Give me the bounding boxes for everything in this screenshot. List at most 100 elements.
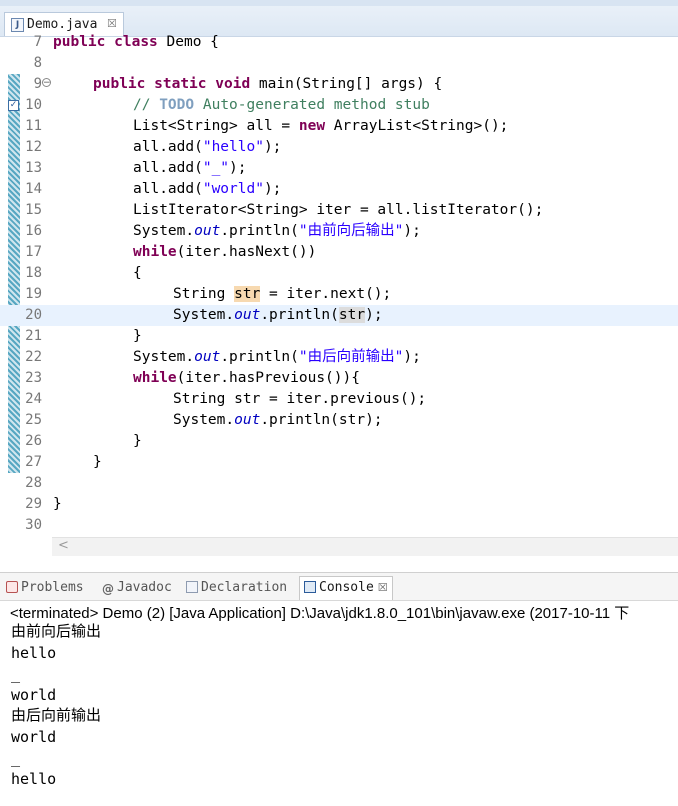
scroll-left-icon[interactable]: < [58, 538, 69, 553]
code-line[interactable]: 22 System.out.println("由后向前输出"); [0, 347, 678, 368]
code-text: while(iter.hasNext()) [133, 244, 317, 260]
code-text: System.out.println(str); [173, 412, 383, 428]
code-line[interactable]: 17 while(iter.hasNext()) [0, 242, 678, 263]
variable-occurrence: str [234, 286, 261, 302]
javadoc-icon: @ [102, 582, 114, 596]
console-output-line: _ [11, 665, 21, 683]
console-status: <terminated> Demo (2) [Java Application]… [10, 605, 630, 622]
code-text: } [133, 433, 142, 449]
console-output-line: hello [11, 644, 57, 662]
tab-label: Declaration [201, 580, 288, 595]
code-text: } [53, 496, 62, 512]
line-number: 30 [25, 517, 42, 533]
java-file-icon: J [11, 18, 24, 32]
line-number: 19 [25, 286, 42, 302]
code-text: } [93, 454, 102, 470]
console-output-line: 由后向前输出 [11, 706, 102, 724]
console-output-line: hello [11, 770, 57, 788]
console-icon [304, 581, 316, 593]
code-text: while(iter.hasPrevious()){ [133, 370, 360, 386]
line-number: 16 [25, 223, 42, 239]
line-number: 24 [25, 391, 42, 407]
code-text: ListIterator<String> iter = all.listIter… [133, 202, 544, 218]
line-number: 18 [25, 265, 42, 281]
code-text: public static void main(String[] args) { [93, 76, 443, 92]
code-text: String str = iter.next(); [173, 286, 392, 302]
line-number: 21 [25, 328, 42, 344]
line-number: 26 [25, 433, 42, 449]
code-line[interactable]: 27 } [0, 452, 678, 473]
horizontal-scrollbar[interactable]: < [52, 537, 678, 556]
line-number: 8 [33, 55, 42, 71]
code-line[interactable]: 29 } [0, 494, 678, 515]
console-output-line: world [11, 686, 57, 704]
tab-label: Problems [21, 580, 84, 595]
code-line[interactable]: 30 [0, 515, 678, 536]
code-line-current[interactable]: 20 System.out.println(str); [0, 305, 678, 326]
code-line[interactable]: 13 all.add("_"); [0, 158, 678, 179]
line-number: 15 [25, 202, 42, 218]
code-line[interactable]: ✓ 10 // TODO Auto-generated method stub [0, 95, 678, 116]
tab-problems[interactable]: Problems [6, 577, 84, 599]
code-text: System.out.println(str); [173, 307, 383, 323]
code-text: all.add("world"); [133, 181, 282, 197]
line-number: 25 [25, 412, 42, 428]
close-icon[interactable]: ☒ [107, 17, 117, 30]
code-line[interactable]: 19 String str = iter.next(); [0, 284, 678, 305]
code-text: System.out.println("由前向后输出"); [133, 223, 421, 239]
code-line[interactable]: 9 − public static void main(String[] arg… [0, 74, 678, 95]
tab-declaration[interactable]: Declaration [186, 577, 287, 599]
line-number: 7 [33, 34, 42, 50]
code-line[interactable]: 25 System.out.println(str); [0, 410, 678, 431]
console-output-line: world [11, 728, 57, 746]
code-editor[interactable]: J Demo.java ☒ 7 public class Demo { 8 9 … [0, 0, 678, 562]
tab-label: Javadoc [117, 580, 172, 595]
code-line[interactable]: 23 while(iter.hasPrevious()){ [0, 368, 678, 389]
console-output-line: _ [11, 749, 21, 767]
code-line[interactable]: 8 [0, 53, 678, 74]
line-number: 12 [25, 139, 42, 155]
line-number: 23 [25, 370, 42, 386]
tab-console[interactable]: Console ☒ [299, 576, 393, 600]
line-number: 27 [25, 454, 42, 470]
line-number: 13 [25, 160, 42, 176]
line-number: 29 [25, 496, 42, 512]
code-text: public class Demo { [53, 34, 219, 50]
console-panel: Problems @ Javadoc Declaration Console ☒ <… [0, 572, 678, 806]
line-number: 22 [25, 349, 42, 365]
console-output-line: 由前向后输出 [11, 622, 102, 640]
code-text: { [133, 265, 142, 281]
tab-title: Demo.java [27, 17, 98, 32]
fold-collapse-icon[interactable]: − [42, 78, 51, 88]
declaration-icon [186, 581, 198, 593]
panel-tab-bar: Problems @ Javadoc Declaration Console ☒ [0, 572, 678, 601]
close-icon[interactable]: ☒ [378, 581, 388, 594]
code-line[interactable]: 28 [0, 473, 678, 494]
code-text: // TODO Auto-generated method stub [133, 97, 430, 113]
code-line[interactable]: 15 ListIterator<String> iter = all.listI… [0, 200, 678, 221]
code-line[interactable]: 16 System.out.println("由前向后输出"); [0, 221, 678, 242]
line-number: 9 [33, 76, 42, 92]
tab-label: Console [319, 580, 374, 595]
code-text: System.out.println("由后向前输出"); [133, 349, 421, 365]
line-number: 11 [25, 118, 42, 134]
code-line[interactable]: 26 } [0, 431, 678, 452]
code-text: String str = iter.previous(); [173, 391, 427, 407]
code-text: all.add("_"); [133, 160, 247, 176]
code-line[interactable]: 24 String str = iter.previous(); [0, 389, 678, 410]
code-line[interactable]: 12 all.add("hello"); [0, 137, 678, 158]
tab-javadoc[interactable]: @ Javadoc [102, 577, 172, 599]
variable-occurrence: str [338, 307, 366, 323]
line-number: 10 [25, 97, 42, 113]
code-line[interactable]: 7 public class Demo { [0, 32, 678, 53]
problems-icon [6, 581, 18, 593]
line-number: 28 [25, 475, 42, 491]
code-line[interactable]: 14 all.add("world"); [0, 179, 678, 200]
code-line[interactable]: 21 } [0, 326, 678, 347]
code-text: } [133, 328, 142, 344]
line-number: 14 [25, 181, 42, 197]
code-line[interactable]: 18 { [0, 263, 678, 284]
code-line[interactable]: 11 List<String> all = new ArrayList<Stri… [0, 116, 678, 137]
code-text: List<String> all = new ArrayList<String>… [133, 118, 509, 134]
code-text: all.add("hello"); [133, 139, 282, 155]
